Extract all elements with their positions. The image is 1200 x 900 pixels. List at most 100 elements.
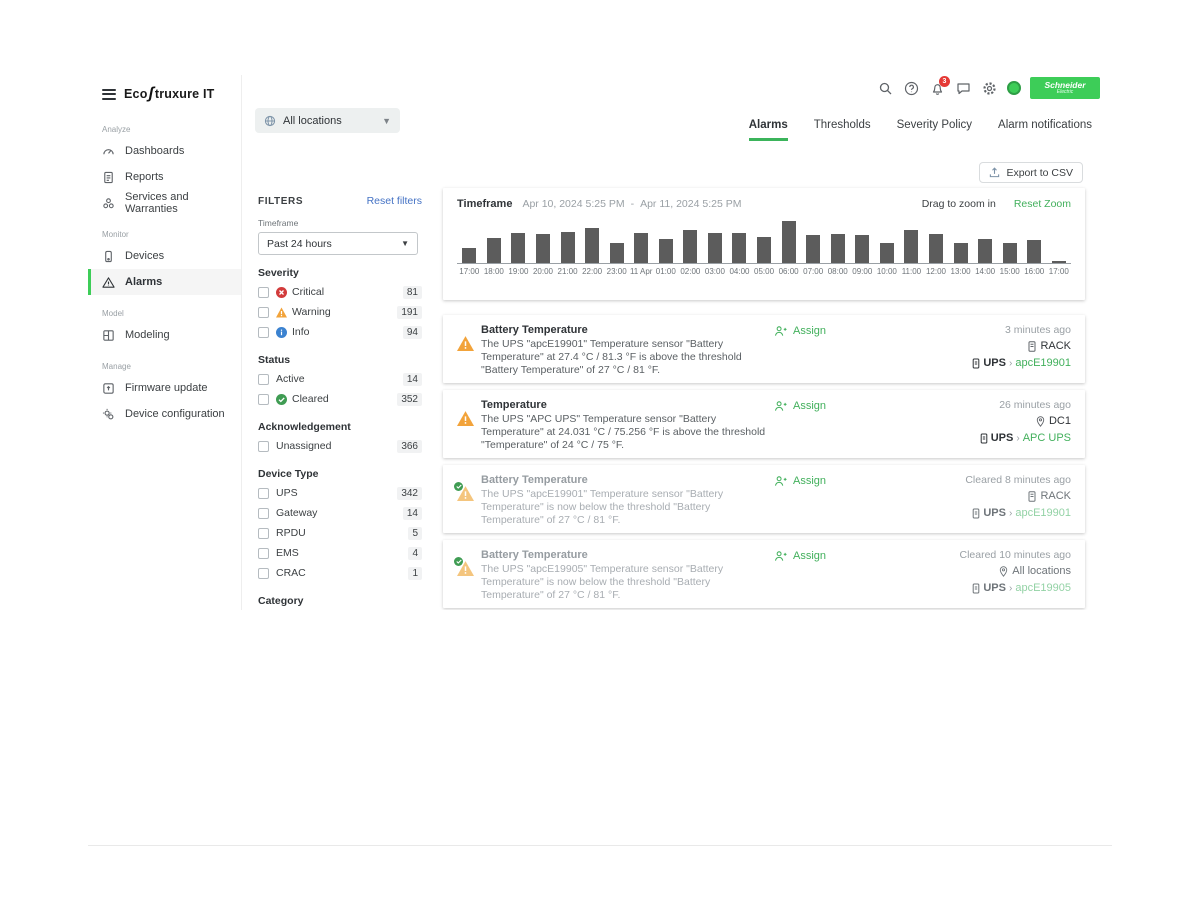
page-divider [88, 845, 1112, 846]
section-label: Monitor [88, 224, 241, 243]
tab-thresholds[interactable]: Thresholds [814, 119, 871, 141]
cleared-check-icon [454, 482, 463, 491]
checkbox-active[interactable] [258, 374, 269, 385]
checkbox-ems[interactable] [258, 548, 269, 559]
chart-bar [850, 235, 875, 263]
cleared-status-icon [276, 394, 287, 405]
chart-tick-label: 20:00 [531, 267, 556, 276]
alarm-row[interactable]: Battery Temperature The UPS "apcE19901" … [443, 465, 1085, 533]
brand: Ecoʃtruxure IT [88, 75, 241, 111]
alarm-row[interactable]: Battery Temperature The UPS "apcE19901" … [443, 315, 1085, 383]
assign-button[interactable]: Assign [774, 474, 904, 524]
filter-count: 352 [397, 393, 422, 406]
alarm-device: UPS › apcE19901 [972, 357, 1071, 369]
checkbox-info[interactable] [258, 327, 269, 338]
hamburger-menu-icon[interactable] [102, 89, 116, 100]
alarm-description: The UPS "APC UPS" Temperature sensor "Ba… [481, 413, 766, 452]
filter-row-info: Info 94 [258, 322, 422, 342]
timeframe-chart-card: Timeframe Apr 10, 2024 5:25 PM - Apr 11,… [443, 188, 1085, 300]
alarm-title: Battery Temperature [481, 324, 766, 336]
chart-tick-label: 14:00 [973, 267, 998, 276]
tab-alarms[interactable]: Alarms [749, 119, 788, 141]
notification-count-badge: 3 [939, 76, 950, 87]
sidebar-item-label: Reports [125, 171, 164, 183]
chart-bar [752, 237, 777, 263]
device-configuration-icon [102, 408, 115, 421]
checkbox-ups[interactable] [258, 488, 269, 499]
filters-panel: FILTERS Reset filters Timeframe Past 24 … [258, 195, 422, 610]
search-icon[interactable] [877, 80, 894, 97]
chart-tick-label: 11 Apr [629, 267, 654, 276]
section-label: Analyze [88, 119, 241, 138]
filter-group-category: Category Power 146 [258, 595, 422, 610]
drag-to-zoom-hint: Drag to zoom in [922, 198, 996, 210]
filter-count: 14 [403, 507, 422, 520]
location-selector[interactable]: All locations ▼ [255, 108, 400, 133]
device-link[interactable]: apcE19901 [1015, 357, 1071, 369]
chart-bar [506, 233, 531, 263]
tab-severity-policy[interactable]: Severity Policy [897, 119, 972, 141]
ups-device-icon [980, 433, 988, 444]
chart-date-range: Apr 10, 2024 5:25 PM - Apr 11, 2024 5:25… [522, 198, 741, 210]
sidebar-item-label: Devices [125, 250, 164, 262]
chart-tick-label: 12:00 [924, 267, 949, 276]
sidebar-item-devices[interactable]: Devices [88, 243, 241, 269]
assign-button[interactable]: Assign [774, 324, 904, 374]
chart-bar [875, 243, 900, 263]
schneider-electric-logo[interactable]: Schneider Electric [1030, 77, 1100, 99]
checkbox-gateway[interactable] [258, 508, 269, 519]
device-link[interactable]: apcE19905 [1015, 582, 1071, 594]
checkbox-unassigned[interactable] [258, 441, 269, 452]
filter-row-crac: CRAC 1 [258, 563, 422, 583]
sidebar-item-firmware-update[interactable]: Firmware update [88, 375, 241, 401]
app-window: Ecoʃtruxure IT Analyze Dashboards Report… [88, 75, 1100, 610]
sidebar-item-device-configuration[interactable]: Device configuration [88, 401, 241, 427]
reset-filters-link[interactable]: Reset filters [367, 195, 422, 207]
alarm-location: RACK [972, 340, 1071, 352]
alarm-row[interactable]: Temperature The UPS "APC UPS" Temperatur… [443, 390, 1085, 458]
tab-alarm-notifications[interactable]: Alarm notifications [998, 119, 1092, 141]
chart-bar [727, 233, 752, 263]
settings-gear-icon[interactable] [981, 80, 998, 97]
checkbox-warning[interactable] [258, 307, 269, 318]
filter-row-cleared: Cleared 352 [258, 389, 422, 409]
assign-button[interactable]: Assign [774, 549, 904, 599]
feedback-icon[interactable] [955, 80, 972, 97]
sidebar-item-dashboards[interactable]: Dashboards [88, 138, 241, 164]
alarm-title: Battery Temperature [481, 474, 766, 486]
device-link[interactable]: APC UPS [1023, 432, 1071, 444]
user-avatar[interactable] [1007, 81, 1021, 95]
topbar: 3 Schneider Electric [877, 77, 1100, 99]
sidebar-item-services-warranties[interactable]: Services and Warranties [88, 190, 241, 216]
device-link[interactable]: apcE19901 [1015, 507, 1071, 519]
alarm-time-ago: 3 minutes ago [972, 324, 1071, 336]
assign-person-icon [774, 400, 787, 412]
filter-row-rpdu: RPDU 5 [258, 523, 422, 543]
assign-button[interactable]: Assign [774, 399, 904, 449]
caret-down-icon: ▼ [401, 239, 409, 248]
checkbox-critical[interactable] [258, 287, 269, 298]
notifications-bell-icon[interactable]: 3 [929, 80, 946, 97]
sidebar-section-monitor: Monitor Devices Alarms [88, 224, 241, 295]
chart-bar [948, 243, 973, 263]
reset-zoom-link[interactable]: Reset Zoom [1014, 198, 1071, 210]
help-icon[interactable] [903, 80, 920, 97]
sidebar-item-modeling[interactable]: Modeling [88, 322, 241, 348]
timeframe-label: Timeframe [258, 218, 422, 228]
sidebar-section-analyze: Analyze Dashboards Reports Services and … [88, 119, 241, 216]
checkbox-rpdu[interactable] [258, 528, 269, 539]
export-csv-button[interactable]: Export to CSV [979, 162, 1083, 183]
chart-tick-label: 06:00 [776, 267, 801, 276]
alarm-time-ago: 26 minutes ago [980, 399, 1071, 411]
sidebar-item-alarms[interactable]: Alarms [88, 269, 241, 295]
timeframe-select[interactable]: Past 24 hours ▼ [258, 232, 418, 255]
alarm-row[interactable]: Battery Temperature The UPS "apcE19905" … [443, 540, 1085, 608]
alarm-title: Battery Temperature [481, 549, 766, 561]
checkbox-crac[interactable] [258, 568, 269, 579]
sidebar-item-reports[interactable]: Reports [88, 164, 241, 190]
checkbox-cleared[interactable] [258, 394, 269, 405]
alarm-device: UPS › apcE19901 [965, 507, 1071, 519]
chart-bars[interactable] [457, 218, 1071, 264]
chart-tick-label: 09:00 [850, 267, 875, 276]
chart-tick-label: 13:00 [948, 267, 973, 276]
